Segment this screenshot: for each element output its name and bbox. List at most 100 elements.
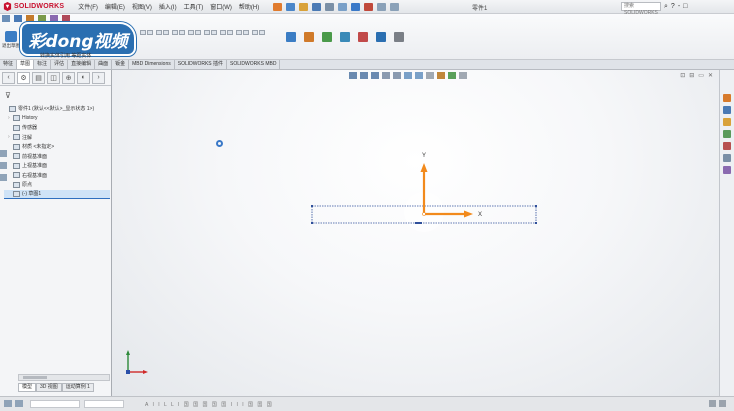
menu-edit[interactable]: 编辑(E) (105, 2, 125, 11)
open-folder-icon[interactable] (299, 2, 309, 11)
tree-item-history[interactable]: › History (4, 114, 110, 124)
tree-item-part[interactable]: 零件1 (默认<<默认>_显示状态 1>) (4, 104, 110, 114)
repair-sketch-tool[interactable] (336, 32, 354, 42)
origin-marker[interactable] (422, 212, 426, 216)
configuration-manager-tab-icon[interactable]: ◫ (47, 71, 60, 84)
feature-manager-tab-icon[interactable]: ⚙ (17, 71, 30, 84)
view-icon[interactable] (0, 174, 7, 181)
sketch-line-icon[interactable] (2, 15, 10, 22)
options-gear-icon[interactable] (390, 2, 400, 11)
panel-arrow-icon[interactable]: ‹ (2, 71, 15, 84)
midpoint-marker[interactable] (415, 222, 422, 224)
tree-item-label: 传感器 (22, 125, 38, 132)
corner-handle[interactable] (535, 222, 537, 224)
help-button[interactable]: ? (671, 3, 675, 10)
tab-mbd-dimensions[interactable]: MBD Dimensions (129, 60, 175, 69)
tree-item-sketch1[interactable]: (-) 草图1 (4, 189, 110, 199)
fillet-button[interactable] (236, 30, 249, 35)
mirror-entities-tool[interactable] (282, 32, 300, 42)
horizontal-scrollbar[interactable] (18, 374, 110, 381)
tree-item-sensors[interactable]: 传感器 (4, 123, 110, 133)
custom-properties-icon[interactable] (723, 154, 731, 162)
filter-icon[interactable]: ⊽ (5, 91, 11, 100)
mirror-button[interactable] (188, 30, 201, 35)
design-library-icon[interactable] (723, 106, 731, 114)
sensors-icon (13, 124, 20, 131)
appearances-icon[interactable] (723, 142, 731, 150)
select-icon[interactable] (351, 2, 361, 11)
convert-entities-button[interactable] (156, 30, 169, 35)
tree-item-origin[interactable]: 原点 (4, 180, 110, 190)
rebuild-icon[interactable] (364, 2, 374, 11)
menu-view[interactable]: 视图(V) (132, 2, 152, 11)
corner-handle[interactable] (535, 205, 537, 207)
maximize-button[interactable]: □ (683, 3, 687, 10)
status-icon[interactable] (4, 400, 12, 407)
corner-handle[interactable] (311, 222, 313, 224)
status-icon[interactable] (15, 400, 23, 407)
linear-pattern-tool[interactable] (300, 32, 318, 42)
exit-sketch-button[interactable]: 退出草图 (2, 31, 20, 55)
property-manager-tab-icon[interactable]: ▤ (32, 71, 45, 84)
sketch-point-icon[interactable] (62, 15, 70, 22)
menu-help[interactable]: 帮助(H) (239, 2, 259, 11)
tab-solidworks-addins[interactable]: SOLIDWORKS 插件 (175, 60, 228, 69)
display-relations-tool[interactable] (318, 32, 336, 42)
dimxpert-tab-icon[interactable]: ⊕ (62, 71, 75, 84)
tab-model[interactable]: 模型 (18, 383, 37, 392)
forum-icon[interactable] (723, 166, 731, 174)
tab-sketch[interactable]: 草图 (17, 60, 35, 69)
new-document-icon[interactable] (286, 2, 296, 11)
offset-entities-button[interactable] (172, 30, 185, 35)
panel-next-icon[interactable]: › (92, 71, 105, 84)
units-icon[interactable] (709, 400, 716, 407)
menu-file[interactable]: 文件(F) (78, 2, 98, 11)
rapid-sketch-tool[interactable] (372, 32, 390, 42)
tab-motion-study[interactable]: 运动算例 1 (61, 383, 94, 392)
menu-tools[interactable]: 工具(T) (184, 2, 204, 11)
tree-item-annotations[interactable]: › 注解 (4, 133, 110, 143)
tree-item-material[interactable]: 材质 <未指定> (4, 142, 110, 152)
tab-direct-editing[interactable]: 直接编辑 (68, 60, 96, 69)
sketch-arc-icon[interactable] (38, 15, 46, 22)
tab-surfaces[interactable]: 曲面 (95, 60, 113, 69)
sketch-circle-icon[interactable] (26, 15, 34, 22)
notification-icon[interactable] (719, 400, 726, 407)
save-icon[interactable] (312, 2, 322, 11)
instant2d-tool[interactable] (390, 32, 408, 42)
tab-3d-views[interactable]: 3D 视图 (36, 383, 62, 392)
menu-window[interactable]: 窗口(W) (210, 2, 232, 11)
graphics-viewport[interactable]: ⊡ ⊟ ▭ ✕ Y X (112, 70, 719, 396)
sketch-rectangle-icon[interactable] (14, 15, 22, 22)
chamfer-button[interactable] (252, 30, 265, 35)
tree-item-front-plane[interactable]: 前视基准面 (4, 152, 110, 162)
tab-markup[interactable]: 标注 (34, 60, 52, 69)
tab-sheet-metal[interactable]: 钣金 (112, 60, 130, 69)
pattern-button[interactable] (204, 30, 217, 35)
expand-panel-icon[interactable] (0, 162, 7, 169)
help-search-input[interactable]: 搜索 SOLIDWORKS 帮助 (621, 2, 661, 23)
tab-evaluate[interactable]: 评估 (51, 60, 69, 69)
collapse-icon[interactable] (0, 150, 7, 157)
view-palette-icon[interactable] (723, 130, 731, 138)
undo-icon[interactable] (338, 2, 348, 11)
display-manager-tab-icon[interactable]: ◐ (77, 71, 90, 84)
quick-snaps-tool[interactable] (354, 32, 372, 42)
menu-insert[interactable]: 插入(I) (159, 2, 177, 11)
sketch-spline-icon[interactable] (50, 15, 58, 22)
corner-handle[interactable] (311, 205, 313, 207)
trim-entities-button[interactable] (140, 30, 153, 35)
file-properties-icon[interactable] (377, 2, 387, 11)
tree-item-top-plane[interactable]: 上视基准面 (4, 161, 110, 171)
print-icon[interactable] (325, 2, 335, 11)
solidworks-resources-icon[interactable] (723, 94, 731, 102)
tree-item-right-plane[interactable]: 右视基准面 (4, 171, 110, 181)
move-entities-button[interactable] (220, 30, 233, 35)
tab-features[interactable]: 特征 (0, 60, 18, 69)
pin-icon[interactable] (273, 2, 283, 11)
tab-solidworks-mbd[interactable]: SOLIDWORKS MBD (227, 60, 281, 69)
search-icon[interactable]: ⌕ (664, 3, 668, 11)
file-explorer-icon[interactable] (723, 118, 731, 126)
minimize-button[interactable]: - (678, 3, 680, 10)
scrollbar-thumb[interactable] (23, 376, 47, 379)
